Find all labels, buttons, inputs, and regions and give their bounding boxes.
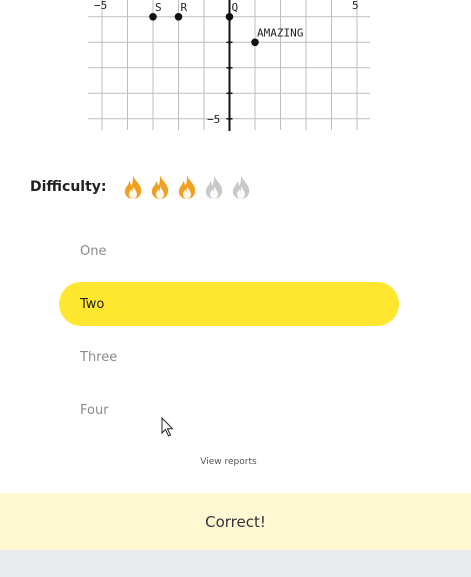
flame-icon <box>151 175 168 199</box>
answer-options: One Two Three Four <box>59 229 399 441</box>
graph-point <box>225 12 234 21</box>
option-two[interactable]: Two <box>59 282 399 326</box>
coordinate-graph: −5 5 −5 S R Q AMAZING <box>88 0 370 131</box>
option-three[interactable]: Three <box>59 335 399 379</box>
option-label: Three <box>80 349 118 365</box>
difficulty-rating <box>121 174 253 200</box>
graph-point <box>251 38 259 47</box>
graph-point-label: Q <box>232 1 239 14</box>
x-axis-min-label: −5 <box>94 0 107 12</box>
graph-point-label: R <box>181 1 188 14</box>
flame-icon <box>232 175 249 199</box>
result-banner: Correct! <box>0 493 471 550</box>
difficulty-label: Difficulty: <box>30 179 107 195</box>
option-label: Two <box>80 296 105 312</box>
graph-axes <box>226 0 233 131</box>
graph-point <box>174 12 183 21</box>
graph-point-label: S <box>155 1 162 14</box>
x-axis-max-label: 5 <box>352 0 359 12</box>
option-one[interactable]: One <box>59 229 399 273</box>
option-label: Four <box>80 402 109 418</box>
option-four[interactable]: Four <box>59 388 399 432</box>
difficulty-row: Difficulty: <box>30 174 253 200</box>
footer-bar <box>0 550 471 577</box>
y-axis-min-label: −5 <box>207 113 220 126</box>
option-label: One <box>80 243 107 259</box>
mouse-cursor-icon <box>161 417 174 437</box>
graph-point-label: AMAZING <box>257 26 303 39</box>
flame-icon <box>205 175 222 199</box>
result-text: Correct! <box>205 512 266 531</box>
graph-point <box>149 12 157 21</box>
view-reports-link[interactable]: View reports <box>0 457 457 467</box>
flame-icon <box>124 175 141 199</box>
flame-icon <box>178 175 195 199</box>
